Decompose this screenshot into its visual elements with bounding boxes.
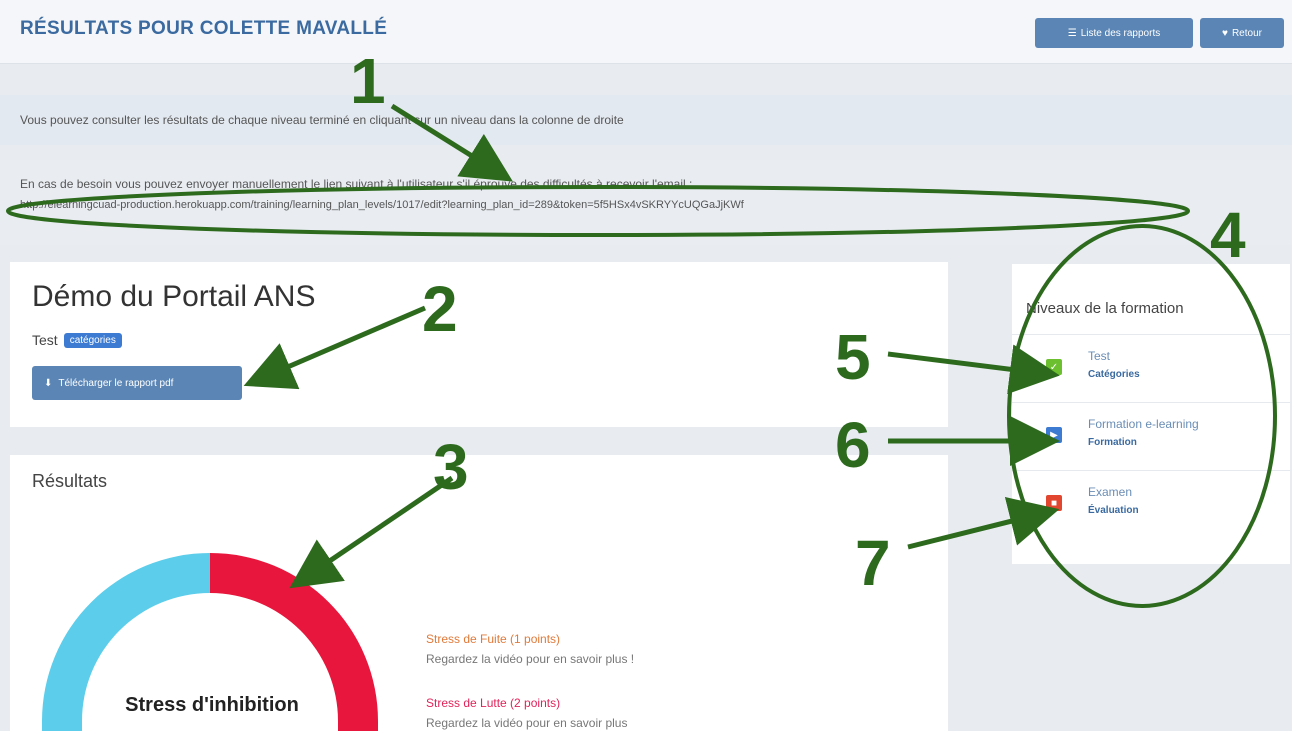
- annotation-number-1: 1: [350, 45, 386, 117]
- course-title: Démo du Portail ANS: [32, 280, 316, 313]
- legend-title-fuite: Stress de Fuite (1 points): [426, 632, 561, 646]
- legend-item-fuite: Stress de Fuite (1 points) Regardez la v…: [426, 632, 634, 666]
- annotation-number-3: 3: [433, 431, 469, 503]
- top-bar: RÉSULTATS POUR COLETTE MAVALLÉ ☰ Liste d…: [0, 0, 1292, 64]
- annotation-number-2: 2: [422, 273, 458, 345]
- annotation-number-5: 5: [835, 321, 871, 393]
- info-text: Vous pouvez consulter les résultats de c…: [20, 113, 624, 127]
- page-title: RÉSULTATS POUR COLETTE MAVALLÉ: [20, 18, 388, 39]
- course-card: Démo du Portail ANS Test catégories ⬇ Té…: [10, 262, 948, 427]
- annotation-number-4: 4: [1210, 199, 1246, 271]
- level-type: Catégories: [1088, 369, 1140, 380]
- check-icon: ✓: [1046, 359, 1062, 375]
- annotation-number-6: 6: [835, 409, 871, 481]
- level-item-test[interactable]: ✓ Test Catégories: [1012, 334, 1290, 402]
- reports-list-button[interactable]: ☰ Liste des rapports: [1035, 18, 1193, 48]
- info-link-intro: En cas de besoin vous pouvez envoyer man…: [20, 177, 693, 191]
- list-icon: ☰: [1067, 27, 1077, 39]
- legend-item-lutte: Stress de Lutte (2 points) Regardez la v…: [426, 696, 627, 730]
- level-type: Évaluation: [1088, 505, 1139, 516]
- reports-list-label: Liste des rapports: [1080, 27, 1161, 39]
- back-label: Retour: [1231, 27, 1262, 39]
- levels-sidebar: Niveaux de la formation ✓ Test Catégorie…: [1012, 264, 1290, 564]
- legend-desc-lutte: Regardez la vidéo pour en savoir plus: [426, 716, 628, 730]
- level-item-examen[interactable]: ■ Examen Évaluation: [1012, 470, 1290, 538]
- info-manual-link: En cas de besoin vous pouvez envoyer man…: [0, 160, 1292, 245]
- category-badge: catégories: [63, 332, 122, 348]
- manual-link[interactable]: http://elearningcuad-production.herokuap…: [20, 199, 1272, 211]
- quiz-icon: ■: [1046, 495, 1062, 511]
- level-name: Formation e-learning: [1088, 417, 1199, 431]
- level-name: Test: [1088, 349, 1111, 363]
- results-donut-chart: Stress d'inhibition: [42, 553, 378, 731]
- level-item-formation[interactable]: ▶ Formation e-learning Formation: [1012, 402, 1290, 470]
- course-subtitle: Test: [32, 332, 58, 348]
- info-instructions: Vous pouvez consulter les résultats de c…: [0, 95, 1292, 145]
- legend-desc-fuite: Regardez la vidéo pour en savoir plus !: [426, 652, 635, 666]
- legend-title-lutte: Stress de Lutte (2 points): [426, 696, 561, 710]
- results-title: Résultats: [32, 471, 108, 491]
- course-subtitle-row: Test catégories: [32, 332, 122, 348]
- back-button[interactable]: ♥ Retour: [1200, 18, 1284, 48]
- download-pdf-button[interactable]: ⬇ Télécharger le rapport pdf: [32, 366, 242, 400]
- donut-center-label: Stress d'inhibition: [125, 694, 299, 716]
- heart-icon: ♥: [1222, 27, 1228, 39]
- levels-title: Niveaux de la formation: [1026, 300, 1184, 317]
- results-card: Résultats Stress d'inhibition Stress de …: [10, 455, 948, 731]
- download-pdf-label: Télécharger le rapport pdf: [58, 377, 174, 389]
- level-type: Formation: [1088, 437, 1137, 448]
- download-icon: ⬇: [44, 377, 53, 389]
- level-name: Examen: [1088, 485, 1133, 499]
- annotation-number-7: 7: [855, 527, 891, 599]
- play-icon: ▶: [1046, 427, 1062, 443]
